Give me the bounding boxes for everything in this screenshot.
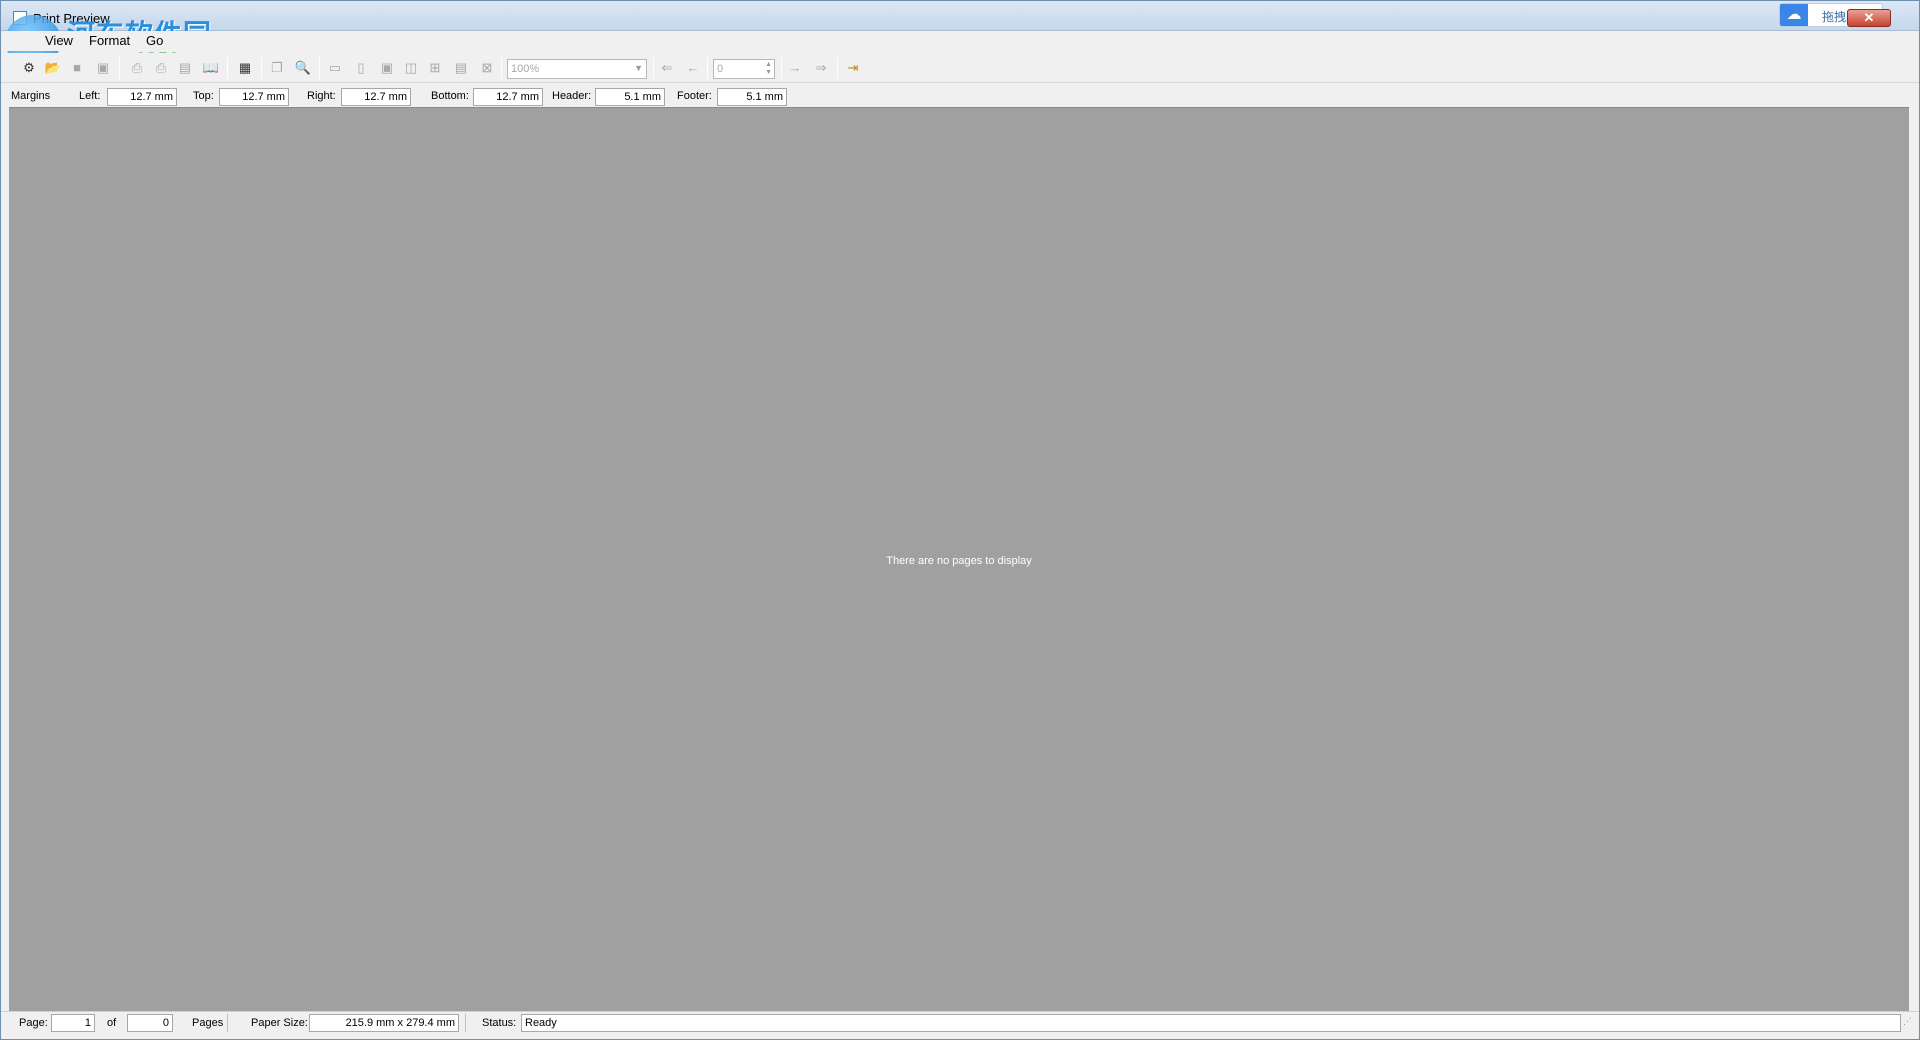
four-pages-icon[interactable]: ⊞	[425, 58, 445, 78]
find-icon[interactable]: 🔍	[293, 58, 313, 78]
window-title: Print Preview	[33, 11, 110, 26]
spin-up-icon[interactable]: ▲	[765, 61, 772, 68]
next-page-icon[interactable]: →	[785, 58, 805, 78]
left-margin-label: Left:	[79, 90, 101, 102]
print-preview-window: Print Preview ☁ 拖拽上传 ✕ 河东软件园 www.pc0359.…	[0, 0, 1920, 1040]
toolbar-separator	[227, 57, 228, 79]
toolbar-separator	[707, 57, 708, 79]
menu-go[interactable]: Go	[146, 33, 163, 48]
right-margin-label: Right:	[307, 90, 336, 102]
top-margin-label: Top:	[193, 90, 214, 102]
paper-size-label: Paper Size:	[251, 1017, 308, 1029]
empty-message: There are no pages to display	[886, 555, 1032, 567]
multi-page-icon[interactable]: ▤	[451, 58, 471, 78]
paper-size-field: 215.9 mm x 279.4 mm	[309, 1014, 459, 1032]
margins-title: Margins	[11, 90, 51, 102]
quick-print-icon[interactable]: ⎙	[151, 58, 171, 78]
print-icon[interactable]: ⎙	[127, 58, 147, 78]
copy-icon[interactable]: ❐	[267, 58, 287, 78]
status-bar: Page: 1 of 0 Pages Paper Size: 215.9 mm …	[1, 1011, 1919, 1039]
toolbar-separator	[119, 57, 120, 79]
status-field: Ready	[521, 1014, 1901, 1032]
page-label: Page:	[19, 1017, 48, 1029]
menu-format[interactable]: Format	[89, 33, 130, 48]
one-page-icon[interactable]: ▭	[325, 58, 345, 78]
open-icon[interactable]: 📂	[43, 58, 63, 78]
status-label: Status:	[482, 1017, 517, 1029]
toolbar-separator	[653, 57, 654, 79]
preview-area[interactable]: There are no pages to display	[9, 107, 1909, 1011]
header-margin-label: Header:	[552, 90, 592, 102]
page-number-input[interactable]: 0 ▲ ▼	[713, 59, 775, 79]
close-button[interactable]: ✕	[1847, 9, 1891, 27]
toolbar-separator	[501, 57, 502, 79]
of-label: of	[107, 1017, 117, 1029]
header-margin-field[interactable]: 5.1 mm	[595, 88, 665, 106]
resize-grip-icon[interactable]: ⋰	[1903, 1016, 1915, 1030]
toolbar-separator	[837, 57, 838, 79]
zoom-value: 100%	[511, 63, 540, 75]
right-margin-field[interactable]: 12.7 mm	[341, 88, 411, 106]
fit-width-icon[interactable]: ▣	[377, 58, 397, 78]
first-page-icon[interactable]: ⇐	[657, 58, 677, 78]
menu-view[interactable]: View	[45, 33, 73, 48]
footer-margin-label: Footer:	[677, 90, 712, 102]
toolbar-separator	[261, 57, 262, 79]
bottom-margin-label: Bottom:	[431, 90, 469, 102]
top-margin-field[interactable]: 12.7 mm	[219, 88, 289, 106]
calendar-icon[interactable]: ▦	[235, 58, 255, 78]
fit-page-icon[interactable]: ◫	[401, 58, 421, 78]
window-edge	[1909, 107, 1919, 1011]
exit-icon[interactable]: ⇥	[843, 58, 863, 78]
two-pages-icon[interactable]: ▯	[351, 58, 371, 78]
save-as-icon[interactable]: ▣	[93, 58, 113, 78]
total-pages-field: 0	[127, 1014, 173, 1032]
book-icon[interactable]: 📖	[201, 58, 221, 78]
current-page-field[interactable]: 1	[51, 1014, 95, 1032]
toolbar: ⚙ 📂 ■ ▣ ⎙ ⎙ ▤ 📖 ▦ ❐ 🔍 ▭ ▯ ▣ ◫ ⊞ ▤ ⊠ 100%…	[1, 53, 1919, 83]
chevron-down-icon: ▼	[634, 63, 643, 73]
cloud-icon: ☁	[1780, 4, 1808, 26]
zoom-icon[interactable]: ⊠	[477, 58, 497, 78]
pages-label: Pages	[192, 1017, 224, 1029]
toolbar-separator	[319, 57, 320, 79]
menu-bar: View Format Go	[1, 31, 1919, 51]
previous-page-icon[interactable]: ←	[683, 58, 703, 78]
title-bar[interactable]: Print Preview ☁ 拖拽上传 ✕	[1, 1, 1919, 31]
page-number-value: 0	[717, 63, 724, 75]
app-icon	[13, 11, 27, 25]
toolbar-separator	[781, 57, 782, 79]
left-margin-field[interactable]: 12.7 mm	[107, 88, 177, 106]
zoom-select[interactable]: 100% ▼	[507, 59, 647, 79]
save-icon[interactable]: ■	[67, 58, 87, 78]
bottom-margin-field[interactable]: 12.7 mm	[473, 88, 543, 106]
margins-bar: Margins Left: 12.7 mm Top: 12.7 mm Right…	[1, 85, 1919, 107]
settings-icon[interactable]: ⚙	[19, 58, 39, 78]
page-setup-icon[interactable]: ▤	[175, 58, 195, 78]
spin-down-icon[interactable]: ▼	[765, 69, 772, 76]
footer-margin-field[interactable]: 5.1 mm	[717, 88, 787, 106]
status-separator	[227, 1014, 228, 1032]
last-page-icon[interactable]: ⇒	[811, 58, 831, 78]
status-separator	[465, 1014, 466, 1032]
